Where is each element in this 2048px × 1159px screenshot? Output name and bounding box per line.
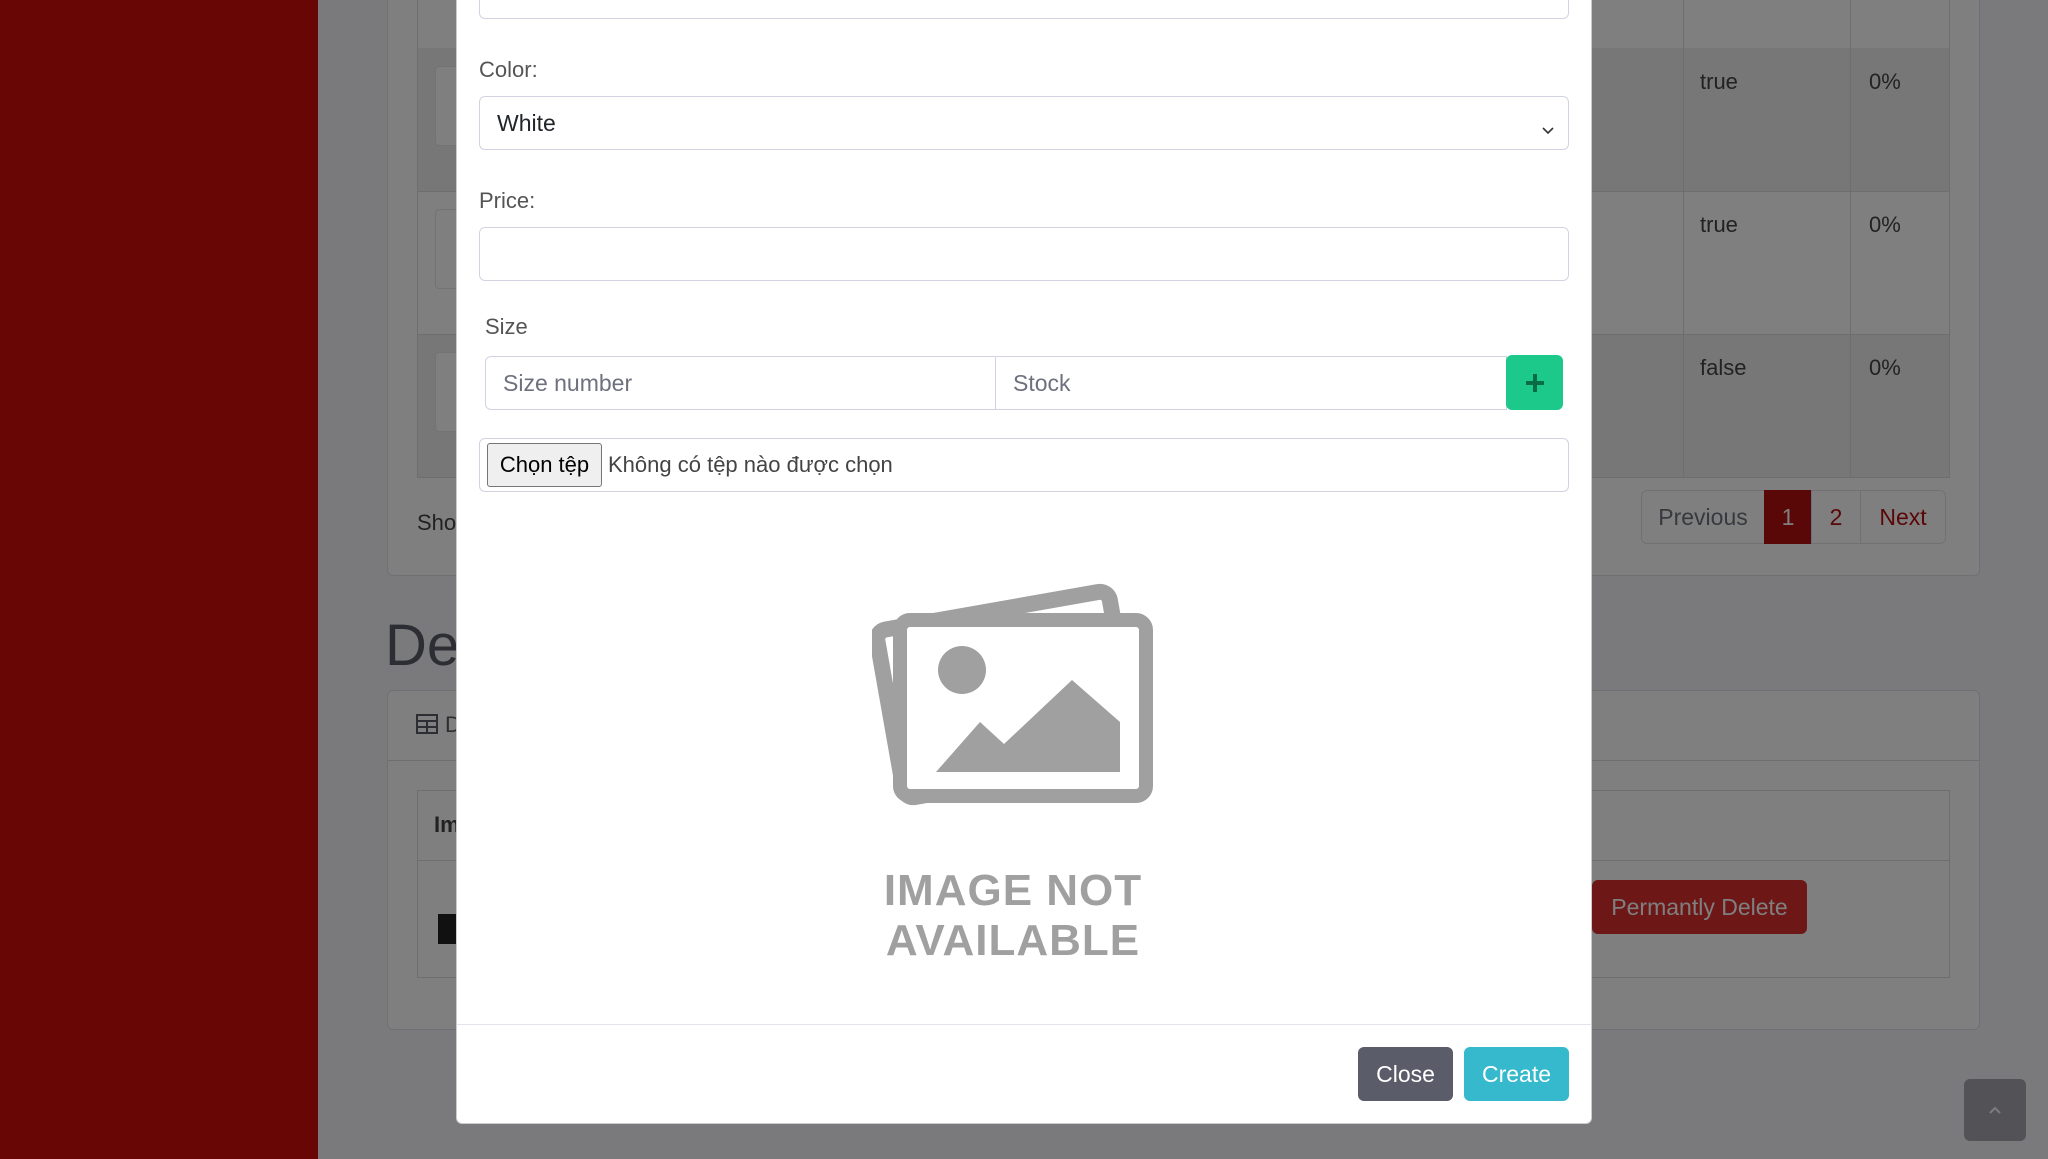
choose-file-button[interactable]: Chọn tệp (487, 443, 602, 487)
stock-input[interactable]: Stock (995, 356, 1507, 410)
image-placeholder-icon (869, 572, 1158, 812)
price-input[interactable] (479, 227, 1569, 281)
close-button[interactable]: Close (1358, 1047, 1453, 1101)
file-status-text: Không có tệp nào được chọn (608, 452, 893, 477)
previous-field[interactable] (479, 0, 1569, 19)
image-not-available-text: IMAGE NOT AVAILABLE (883, 866, 1143, 965)
plus-icon (1524, 372, 1546, 394)
size-number-input[interactable]: Size number (485, 356, 996, 410)
color-select-value: White (497, 109, 556, 136)
color-label: Color: (479, 57, 538, 82)
stock-placeholder: Stock (1013, 369, 1071, 396)
chevron-down-icon (1542, 115, 1554, 135)
price-label: Price: (479, 188, 536, 213)
modal-footer-divider (457, 1024, 1591, 1025)
create-button[interactable]: Create (1464, 1047, 1569, 1101)
add-size-button[interactable] (1506, 355, 1563, 410)
size-label: Size (485, 314, 528, 339)
size-number-placeholder: Size number (503, 369, 633, 396)
color-select[interactable]: White (479, 96, 1569, 150)
